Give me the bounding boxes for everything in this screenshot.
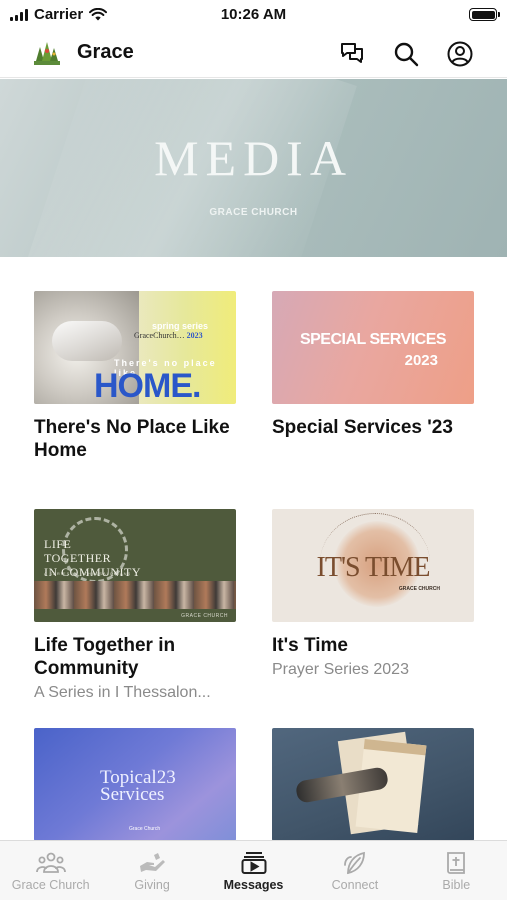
series-card-collage[interactable] [272, 728, 474, 841]
battery-icon [469, 8, 500, 21]
status-time: 10:26 AM [220, 6, 287, 23]
leaf-icon [304, 851, 405, 875]
thumb-series-label: spring series [152, 321, 209, 331]
thumb-footer: GRACE CHURCH [181, 613, 228, 619]
series-card-life-together[interactable]: LIFE TOGETHER IN COMMUNITY A SERIES IN I… [34, 509, 236, 702]
thumb-church-label: GraceChurch… 2023 [134, 331, 203, 340]
app-title: Grace [77, 41, 134, 63]
tab-bible[interactable]: Bible [406, 841, 507, 900]
hero-subtitle: GRACE CHURCH [209, 207, 298, 218]
series-card-no-place-like-home[interactable]: spring series GraceChurch… 2023 There's … [34, 291, 236, 462]
search-icon[interactable] [391, 39, 421, 69]
account-icon[interactable] [445, 39, 475, 69]
media-hero-banner: MEDIA GRACE CHURCH [0, 79, 507, 257]
series-card-special-services[interactable]: SPECIAL SERVICES 2023 Special Services '… [272, 291, 474, 439]
thumb-footer: GRACE CHURCH [398, 586, 440, 592]
series-subtitle: Prayer Series 2023 [272, 661, 409, 678]
series-thumbnail[interactable]: SPECIAL SERVICES 2023 [272, 291, 474, 404]
hero-title: MEDIA [154, 130, 353, 186]
series-title: Life Together in Community [34, 635, 176, 679]
bible-icon [406, 851, 507, 875]
series-subtitle: A Series in I Thessalon... [34, 684, 211, 701]
thumb-line2: Services [100, 784, 165, 805]
series-title: There's No Place Like Home [34, 417, 230, 461]
thumb-big-word: HOME. [94, 367, 201, 404]
tab-label: Messages [223, 878, 284, 892]
thumb-footer: Grace Church [129, 826, 161, 832]
tab-connect[interactable]: Connect [304, 841, 405, 900]
tab-bar: Grace Church Giving Messages Connect Bib… [0, 840, 507, 900]
thumb-big-word: IT'S TIME [316, 552, 431, 583]
thumb-tag: A SERIES IN I THESSALONIANS [44, 571, 132, 576]
tab-label: Grace Church [11, 878, 90, 892]
congregation-photos [34, 581, 236, 609]
tab-label: Bible [442, 878, 471, 892]
series-card-its-time[interactable]: IT'S TIME GRACE CHURCH It's Time Prayer … [272, 509, 474, 679]
people-icon [0, 851, 101, 875]
giving-hand-icon [101, 851, 202, 875]
chat-icon[interactable] [338, 39, 368, 69]
series-thumbnail[interactable]: IT'S TIME GRACE CHURCH [272, 509, 474, 622]
tab-label: Giving [134, 878, 170, 892]
app-header: Grace [0, 30, 507, 78]
series-title: Special Services '23 [272, 417, 453, 438]
thumb-line2: 2023 [404, 352, 438, 369]
series-thumbnail[interactable]: spring series GraceChurch… 2023 There's … [34, 291, 236, 404]
tab-giving[interactable]: Giving [101, 841, 202, 900]
series-thumbnail[interactable] [272, 728, 474, 841]
tab-messages[interactable]: Messages [203, 841, 304, 900]
series-thumbnail[interactable]: LIFE TOGETHER IN COMMUNITY A SERIES IN I… [34, 509, 236, 622]
tab-grace-church[interactable]: Grace Church [0, 841, 101, 900]
tab-label: Connect [331, 878, 379, 892]
church-logo-icon [34, 42, 60, 65]
play-media-icon [203, 851, 304, 875]
series-thumbnail[interactable]: Topical23 Services Grace Church [34, 728, 236, 841]
thumb-line1: SPECIAL SERVICES [299, 331, 447, 348]
status-bar: Carrier 10:26 AM [0, 0, 507, 30]
series-card-topical-services[interactable]: Topical23 Services Grace Church [34, 728, 236, 841]
series-title: It's Time [272, 635, 348, 656]
